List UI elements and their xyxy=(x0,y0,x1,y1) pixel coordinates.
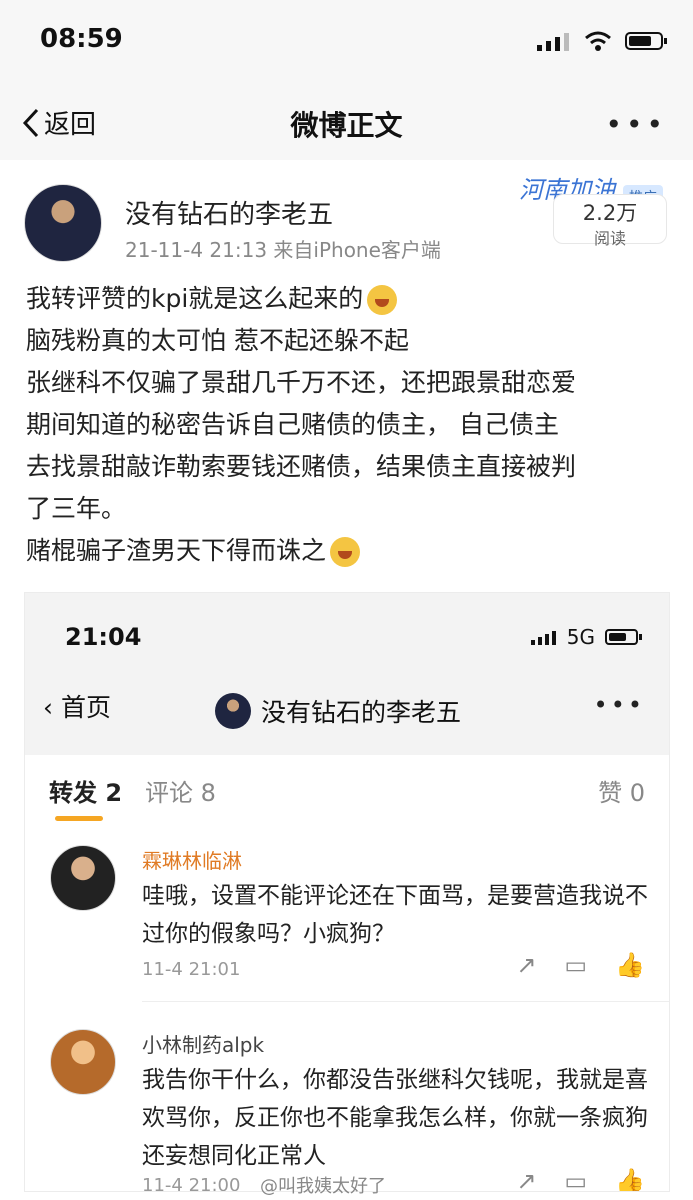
comment-list: 霖琳林临淋 哇哦，设置不能评论还在下面骂，是要营造我说不过你的假象吗？小疯狗？ … xyxy=(25,833,669,1191)
read-label: 阅读 xyxy=(593,229,626,248)
comment-divider xyxy=(142,1001,669,1002)
post-line: 去找景甜敲诈勒索要钱还赌债，结果债主直接被判 xyxy=(26,452,577,481)
top-navbar: 返回 微博正文 ••• xyxy=(0,88,693,161)
chevron-left-icon: ‹ xyxy=(43,693,53,722)
tab-repost[interactable]: 转发 2 xyxy=(49,773,122,808)
embedded-author-avatar xyxy=(215,693,251,729)
read-count: 2.2万 xyxy=(582,201,638,225)
embedded-author-name: 没有钻石的李老五 xyxy=(261,698,462,727)
comment-icon[interactable]: ▭ xyxy=(564,1167,587,1191)
post-line-text: 赌棍骗子渣男天下得而诛之 xyxy=(26,536,327,565)
status-indicators xyxy=(537,30,669,52)
embedded-back-label: 首页 xyxy=(60,693,111,722)
comment-actions: ↗ ▭ 👍 xyxy=(516,951,645,979)
author-name[interactable]: 没有钻石的李老五 xyxy=(125,194,333,231)
post-line: 张继科不仅骗了景甜几千万不还，还把跟景甜恋爱 xyxy=(26,368,577,397)
post-text: 我转评赞的kpi就是这么起来的 脑残粉真的太可怕 惹不起还躲不起 张继科不仅骗了… xyxy=(26,278,670,572)
battery-icon xyxy=(625,32,667,50)
share-icon[interactable]: ↗ xyxy=(516,1167,536,1191)
post-card: 没有钻石的李老五 21-11-4 21:13 来自iPhone客户端 河南加油 … xyxy=(0,160,693,1200)
read-count-box: 2.2万 阅读 xyxy=(553,194,667,248)
watermark: @叫我姨太好了 xyxy=(260,1176,386,1197)
author-avatar[interactable] xyxy=(24,184,102,262)
comment-time: 11-4 21:01 xyxy=(142,959,241,980)
signal-icon xyxy=(530,631,556,645)
comment-actions: ↗ ▭ 👍 xyxy=(516,1167,645,1191)
embedded-screenshot: 21:04 5G ‹ 首页 没有钻石的李老五 ••• 转发 2 评论 8 赞 0 xyxy=(24,592,670,1192)
share-icon[interactable]: ↗ xyxy=(516,951,536,979)
post-line: 我转评赞的kpi就是这么起来的 xyxy=(26,278,670,320)
post-line: 了三年。 xyxy=(26,494,127,523)
post-line: 赌棍骗子渣男天下得而诛之 xyxy=(26,530,670,572)
embedded-more-icon[interactable]: ••• xyxy=(594,691,645,719)
network-label: 5G xyxy=(566,625,595,649)
comment-author[interactable]: 小林制药alpk xyxy=(142,1029,264,1058)
more-button[interactable]: ••• xyxy=(605,108,667,141)
laugh-emoji-icon xyxy=(367,285,398,315)
embedded-navbar: ‹ 首页 没有钻石的李老五 ••• xyxy=(25,663,669,753)
embedded-status-time: 21:04 xyxy=(65,623,142,651)
wifi-icon xyxy=(585,31,611,51)
battery-icon xyxy=(605,629,642,645)
comment-author[interactable]: 霖琳林临淋 xyxy=(142,845,242,874)
like-icon[interactable]: 👍 xyxy=(615,951,645,979)
page-title: 微博正文 xyxy=(290,109,403,142)
embedded-title: 没有钻石的李老五 xyxy=(215,693,461,729)
embedded-status-indicators: 5G xyxy=(530,625,643,649)
embedded-back-button[interactable]: ‹ 首页 xyxy=(43,688,111,724)
angry-emoji-icon xyxy=(330,537,361,567)
like-icon[interactable]: 👍 xyxy=(615,1167,645,1191)
status-bar: 08:59 xyxy=(0,0,693,88)
signal-icon xyxy=(537,33,569,51)
post-line: 期间知道的秘密告诉自己赌债的债主， 自己债主 xyxy=(26,410,559,439)
comment-avatar[interactable] xyxy=(50,1029,116,1095)
tab-comments[interactable]: 评论 8 xyxy=(145,773,216,808)
tab-likes[interactable]: 赞 0 xyxy=(598,773,645,808)
post-line: 脑残粉真的太可怕 惹不起还躲不起 xyxy=(26,326,409,355)
post-line-text: 我转评赞的kpi就是这么起来的 xyxy=(26,284,364,313)
comment-text: 哇哦，设置不能评论还在下面骂，是要营造我说不过你的假象吗？小疯狗？ xyxy=(142,883,648,947)
comment-text: 我告你干什么，你都没告张继科欠钱呢，我就是喜欢骂你，反正你也不能拿我怎么样，你就… xyxy=(142,1067,648,1169)
embedded-tabs: 转发 2 评论 8 赞 0 xyxy=(25,755,669,834)
comment-icon[interactable]: ▭ xyxy=(564,951,587,979)
comment-time: 11-4 21:00 xyxy=(142,1175,241,1192)
tab-indicator xyxy=(55,816,103,821)
comment-avatar[interactable] xyxy=(50,845,116,911)
post-meta: 21-11-4 21:13 来自iPhone客户端 xyxy=(125,238,441,262)
status-time: 08:59 xyxy=(40,24,123,54)
